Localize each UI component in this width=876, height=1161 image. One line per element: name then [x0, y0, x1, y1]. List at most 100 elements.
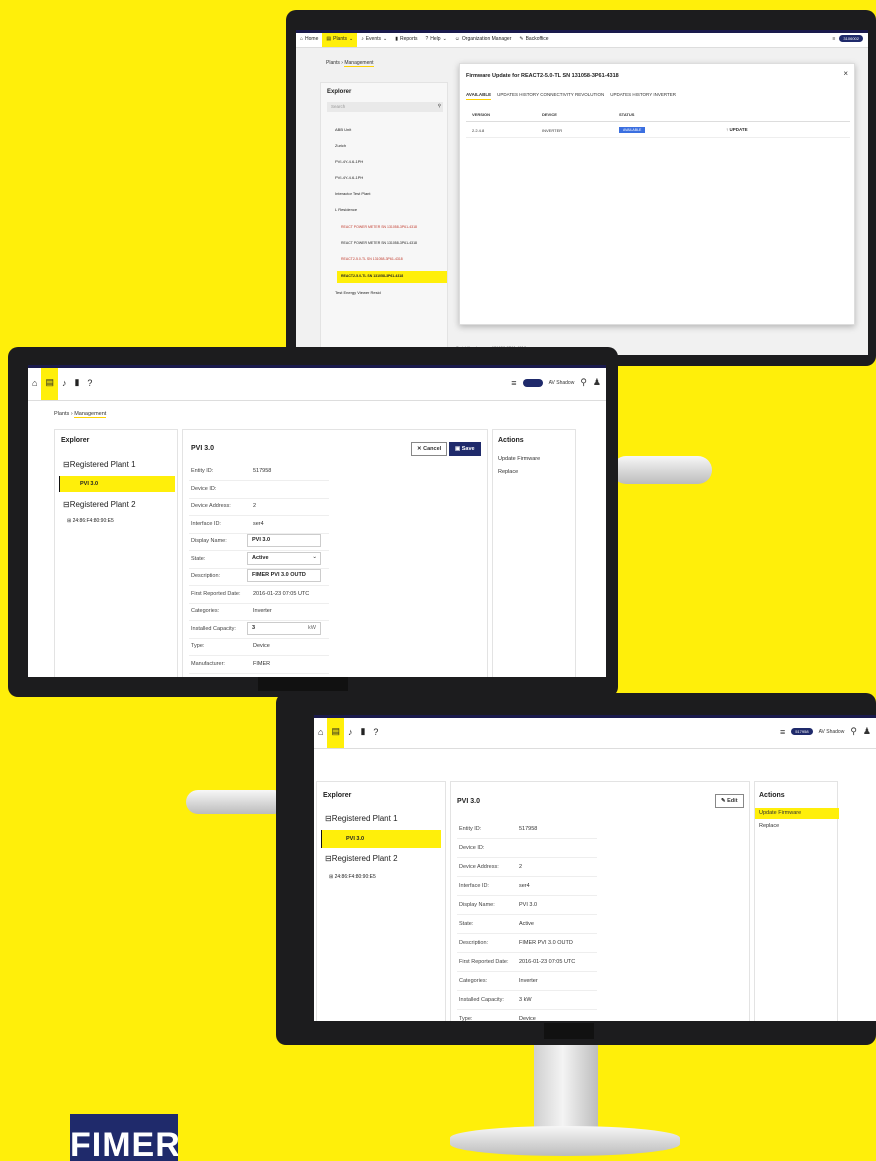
field-label: Installed Capacity: — [191, 625, 236, 632]
bell-icon: ♪ — [347, 726, 353, 737]
nav-plants[interactable]: ▤ — [327, 715, 344, 748]
nav-home[interactable]: ⌂ — [28, 365, 41, 400]
nav-help[interactable]: ? — [83, 365, 96, 400]
state-select[interactable]: Active ⌄ — [247, 551, 321, 565]
explorer-item[interactable]: L Residence — [335, 207, 357, 212]
field-label: State: — [459, 921, 474, 927]
replace-link[interactable]: Replace — [759, 823, 779, 829]
home-icon: ⌂ — [318, 726, 324, 737]
nav-help[interactable]: ? — [369, 715, 382, 748]
plant-icon: ▤ — [331, 726, 340, 736]
tree-device-selected[interactable]: PVI 3.0 — [59, 476, 175, 492]
tree-plant-2[interactable]: ⊟Registered Plant 2 — [63, 500, 136, 509]
device-detail-panel: PVI 3.0 ✎ Edit Entity ID: 517958 Device ID… — [450, 781, 750, 1021]
tab-available[interactable]: AVAILABLE — [466, 92, 492, 100]
close-icon[interactable]: × — [843, 69, 848, 78]
tab-history-inverter[interactable]: UPDATES HISTORY INVERTER — [610, 92, 676, 100]
explorer-item[interactable]: PVI-4Y-4.6-1PH — [335, 159, 363, 164]
users-icon: ☺ — [454, 35, 460, 42]
monitor-right-stand-left — [186, 790, 286, 814]
entity-pill[interactable]: 517958 — [791, 728, 813, 735]
status-badge: AVAILABLE — [619, 127, 646, 133]
tree-device[interactable]: ⊞ 24:86:F4:80:90:E5 — [67, 518, 114, 524]
search-icon[interactable]: ⚲ — [580, 377, 587, 388]
field-value: 2016-01-23 07:05 UTC — [519, 959, 576, 965]
menu-icon[interactable]: ≡ — [833, 36, 836, 42]
monitor-back-screen: ⌂ Home ▤ Plants ⌄ ♪ Events ⌄ ▮ Reports ? Help ⌄ … — [296, 30, 868, 355]
collapse-icon: ⊟ — [63, 500, 70, 509]
field-value: FIMER PVI 3.0 OUTD — [519, 940, 573, 946]
edit-button[interactable]: ✎ Edit — [715, 794, 744, 808]
nav-reports[interactable]: ▮ — [70, 365, 83, 400]
field-divider — [189, 637, 329, 639]
field-input[interactable]: PVI 3.0 — [247, 534, 321, 547]
update-firmware-link[interactable]: Update Firmware — [755, 808, 839, 819]
field-label: Display Name: — [459, 902, 495, 908]
chevron-down-icon: ⌄ — [442, 35, 447, 42]
explorer-item[interactable]: Test Energy Viewer Resid — [335, 290, 381, 295]
search-icon: ⚲ — [437, 103, 441, 108]
nav-events[interactable]: ♪ — [58, 365, 71, 400]
wrench-icon: ✎ — [519, 35, 524, 42]
pencil-icon: ✎ — [721, 798, 726, 804]
actions-title: Actions — [498, 437, 524, 444]
toggle-switch[interactable] — [522, 378, 543, 387]
field-divider — [457, 952, 597, 953]
bell-icon: ♪ — [361, 35, 364, 42]
save-button[interactable]: ▣ Save — [449, 442, 481, 456]
explorer-item[interactable]: ABB Unit — [335, 127, 351, 132]
tree-plant-1[interactable]: ⊟Registered Plant 1 — [325, 814, 398, 823]
nav-events[interactable]: ♪ — [344, 715, 357, 748]
nav-home[interactable]: ⌂ — [314, 715, 327, 748]
update-firmware-link[interactable]: Update Firmware — [498, 456, 540, 462]
account-pill[interactable]: 3106002 — [839, 35, 863, 42]
actions-panel: Actions Update Firmware Replace — [754, 781, 839, 1021]
menu-icon[interactable]: ≡ — [511, 378, 516, 388]
explorer-panel: Explorer Search ⚲ ABB Unit Zurich PVI-4Y… — [320, 82, 448, 355]
field-input[interactable]: FIMER PVI 3.0 OUTD — [247, 569, 321, 582]
explorer-item[interactable]: REACT2-5.0-TL SN 131058-3P61-4318 — [341, 257, 403, 261]
collapse-icon: ⊟ — [63, 460, 70, 469]
tree-device-selected[interactable]: PVI 3.0 — [321, 830, 441, 848]
field-divider — [457, 990, 597, 991]
tab-history-connectivity[interactable]: UPDATES HISTORY CONNECTIVITY REVOLUTION — [497, 92, 604, 100]
explorer-item[interactable]: Zurich — [335, 143, 346, 148]
nav-reports[interactable]: ▮ — [356, 715, 369, 748]
explorer-item[interactable]: REACT POWER METER SN 131058-3P61-4318 — [341, 225, 417, 229]
menu-icon[interactable]: ≡ — [780, 727, 785, 737]
expand-icon: ⊞ — [67, 518, 72, 524]
field-label: Categories: — [191, 608, 220, 614]
modal-title: Firmware Update for REACT2-5.0-TL SN 131… — [466, 73, 619, 79]
modal-tabs: AVAILABLE UPDATES HISTORY CONNECTIVITY R… — [466, 92, 676, 100]
help-icon: ? — [373, 726, 379, 737]
monitor-left-neck — [258, 677, 348, 691]
firmware-update-modal: Firmware Update for REACT2-5.0-TL SN 131… — [459, 63, 855, 325]
explorer-item[interactable]: REACT POWER METER SN 131058-3P61-4318 — [341, 241, 417, 245]
monitor-right-base — [450, 1126, 680, 1156]
field-value: Device — [519, 1016, 536, 1021]
field-label: Description: — [459, 940, 489, 946]
explorer-item-selected[interactable]: REACT2-5.0-TL SN 131058-3P61-4318 — [337, 271, 447, 283]
tree-plant-1[interactable]: ⊟Registered Plant 1 — [63, 460, 136, 469]
update-button[interactable]: ↑ UPDATE — [726, 127, 748, 132]
explorer-search[interactable]: Search ⚲ — [327, 102, 443, 112]
tree-plant-2[interactable]: ⊟Registered Plant 2 — [325, 854, 398, 863]
user-icon[interactable]: ♟ — [593, 377, 601, 388]
field-label: Categories: — [459, 978, 488, 984]
cancel-button[interactable]: ✕ Cancel — [411, 442, 448, 456]
home-icon: ⌂ — [32, 377, 38, 388]
file-icon: ▮ — [395, 35, 398, 42]
search-icon[interactable]: ⚲ — [850, 726, 857, 737]
field-value: Inverter — [253, 608, 272, 614]
explorer-item[interactable]: PVI-4Y-4.6-1PH — [335, 175, 363, 180]
nav-plants[interactable]: ▤ — [41, 365, 58, 400]
replace-link[interactable]: Replace — [498, 469, 518, 475]
field-divider — [457, 933, 597, 934]
user-icon[interactable]: ♟ — [863, 726, 871, 737]
field-input[interactable]: 3 kW — [247, 621, 321, 635]
monitor-left-stand — [612, 456, 712, 484]
field-divider — [457, 1009, 597, 1010]
explorer-item[interactable]: Interactor Test Plant — [335, 191, 371, 196]
tree-device[interactable]: ⊞ 24:86:F4:80:90:E5 — [329, 874, 376, 880]
field-label: State: — [191, 555, 206, 562]
